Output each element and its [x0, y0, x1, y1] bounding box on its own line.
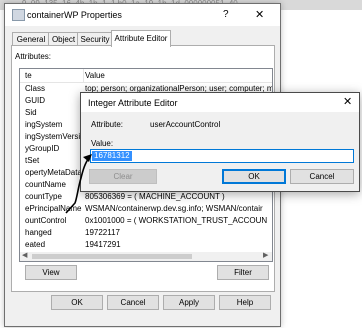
tab-general[interactable]: General: [12, 32, 50, 46]
cancel-button[interactable]: Cancel: [107, 295, 159, 310]
value-input[interactable]: 16781312: [90, 149, 354, 163]
clear-button[interactable]: Clear: [89, 169, 157, 184]
filter-button[interactable]: Filter: [217, 265, 269, 280]
table-row[interactable]: ountControl 0x1001000 = ( WORKSTATION_TRU…: [20, 215, 272, 226]
dialog-ok-button[interactable]: OK: [222, 169, 286, 184]
scroll-left-icon[interactable]: ◀: [22, 251, 27, 259]
scroll-right-icon[interactable]: ▶: [263, 251, 268, 259]
help-button[interactable]: Help: [219, 295, 271, 310]
table-row[interactable]: eated 19417291: [20, 239, 272, 250]
value-label: Value:: [91, 139, 114, 148]
app-icon: [12, 9, 25, 21]
column-divider[interactable]: [83, 69, 84, 82]
ok-button[interactable]: OK: [51, 295, 103, 310]
table-row[interactable]: ePrincipalName WSMAN/containerwp.dev.sg.i…: [20, 203, 272, 214]
view-button[interactable]: View: [25, 265, 77, 280]
dialog-cancel-button[interactable]: Cancel: [290, 169, 354, 184]
integer-attribute-editor-dialog: Integer Attribute Editor ✕ Attribute: us…: [80, 92, 360, 192]
horizontal-scrollbar[interactable]: ◀ ▶: [19, 252, 273, 262]
properties-titlebar: containerWP Properties ? ✕: [5, 4, 280, 26]
attributes-label: Attributes:: [15, 52, 52, 61]
attribute-name: userAccountControl: [150, 120, 221, 129]
apply-button[interactable]: Apply: [163, 295, 215, 310]
value-input-selected-text[interactable]: 16781312: [92, 151, 132, 161]
table-row[interactable]: countType 805306369 = ( MACHINE_ACCOUNT ): [20, 191, 272, 202]
table-row[interactable]: hanged 19722117: [20, 227, 272, 238]
tab-attribute-editor[interactable]: Attribute Editor: [111, 30, 171, 47]
column-header-attribute[interactable]: te: [25, 71, 32, 80]
properties-title: containerWP Properties: [27, 10, 122, 20]
list-header: te Value: [20, 69, 272, 83]
close-icon[interactable]: ✕: [255, 8, 264, 21]
dialog-titlebar: Integer Attribute Editor ✕: [81, 93, 359, 112]
tab-security[interactable]: Security: [77, 32, 113, 46]
tab-object[interactable]: Object: [48, 32, 79, 46]
close-icon[interactable]: ✕: [343, 95, 352, 108]
column-header-value[interactable]: Value: [85, 71, 105, 80]
help-icon[interactable]: ?: [223, 9, 229, 20]
dialog-title: Integer Attribute Editor: [88, 98, 178, 108]
scrollbar-thumb[interactable]: [32, 254, 192, 259]
attribute-label: Attribute:: [91, 120, 124, 129]
